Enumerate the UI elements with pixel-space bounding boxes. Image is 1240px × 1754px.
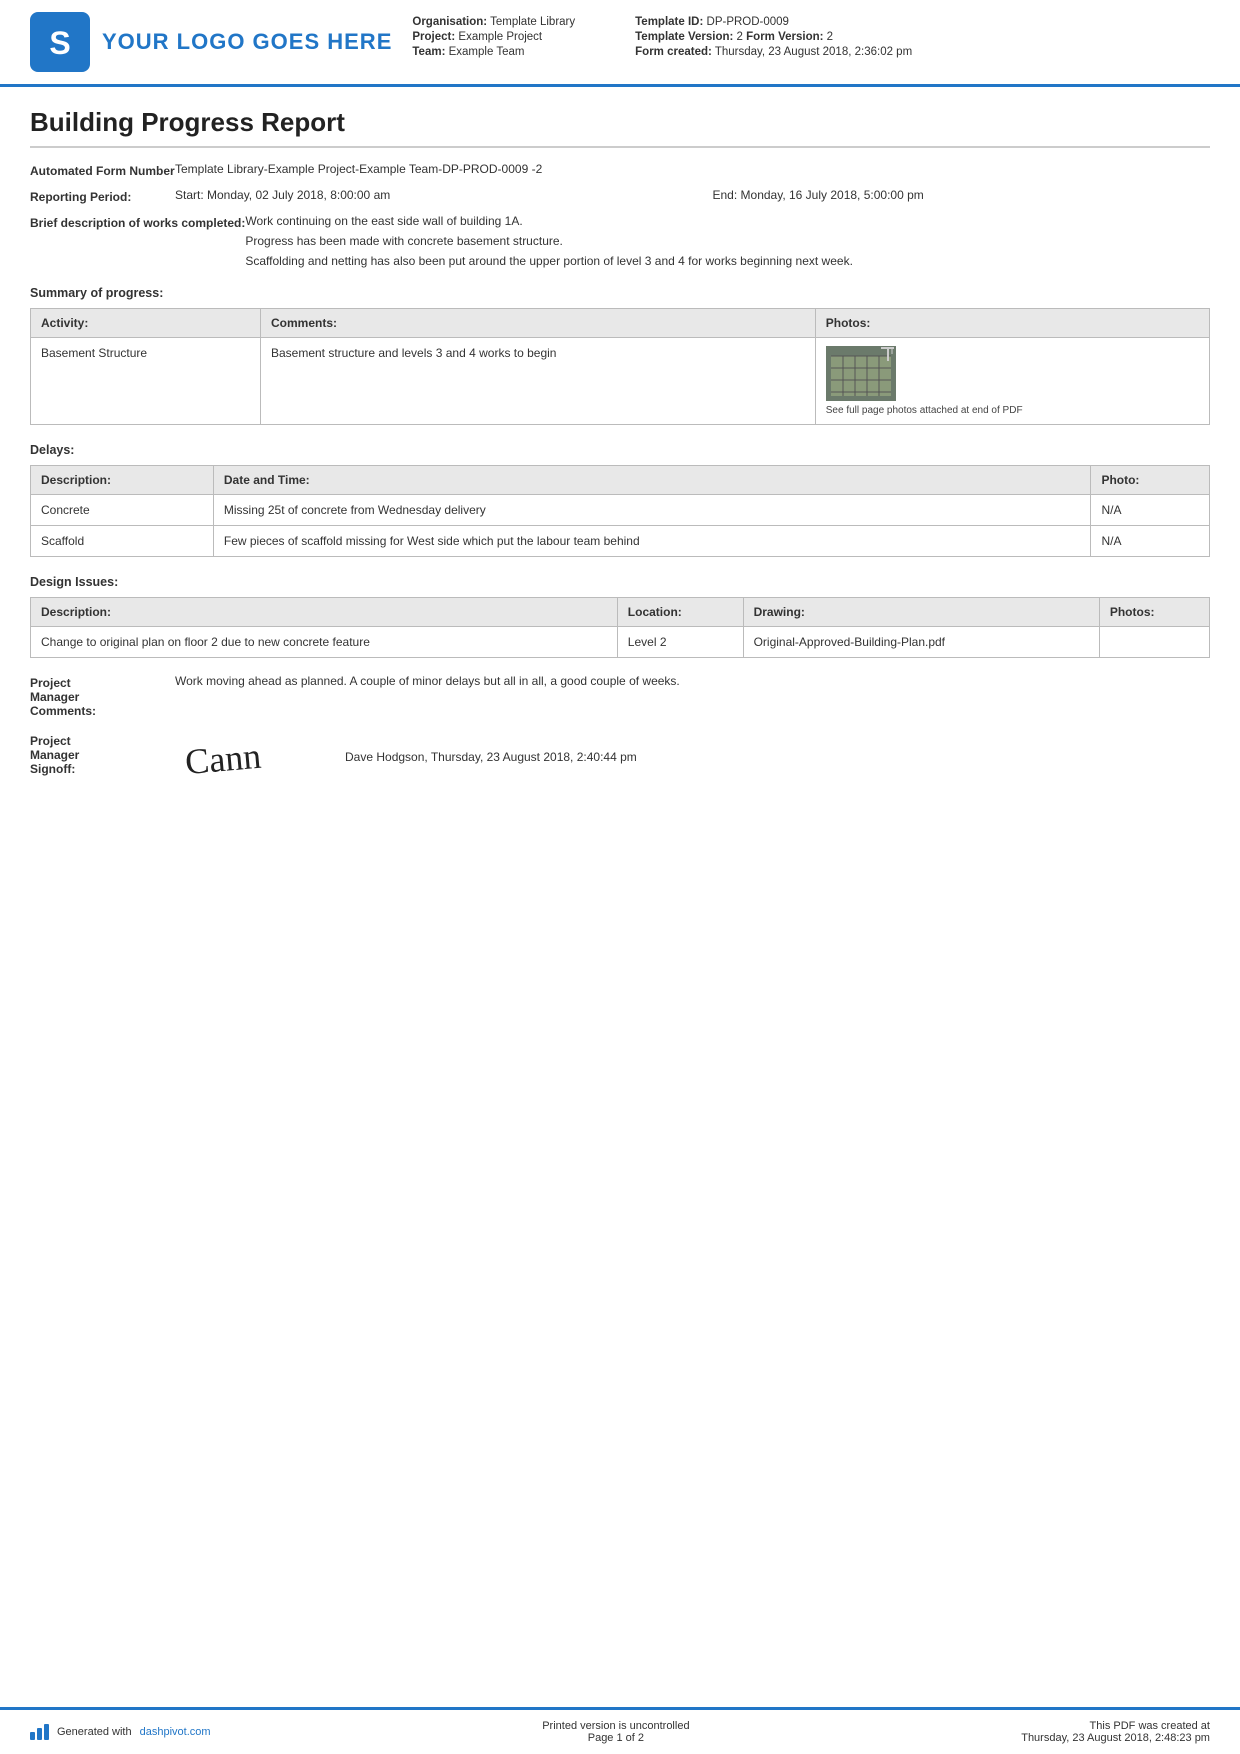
pm-signoff-label: ProjectManagerSignoff: [30,732,175,776]
delays-table: Description: Date and Time: Photo: Concr… [30,465,1210,557]
delays-title: Delays: [30,443,1210,457]
bar-1 [30,1732,35,1740]
template-id-line: Template ID: DP-PROD-0009 [635,16,912,28]
table-row: Scaffold Few pieces of scaffold missing … [31,526,1210,557]
automated-form-label: Automated Form Number [30,162,175,178]
design-col-photos: Photos: [1099,598,1209,627]
building-photo-svg [826,346,896,401]
bar-3 [44,1724,49,1740]
delay-desc-2: Scaffold [31,526,214,557]
page: S YOUR LOGO GOES HERE Organisation: Temp… [0,0,1240,1754]
dashpivot-link[interactable]: dashpivot.com [140,1726,211,1738]
team-line: Team: Example Team [412,46,575,58]
pm-comments-section: ProjectManagerComments: Work moving ahea… [30,674,1210,782]
pm-signoff-label-text: ProjectManagerSignoff: [30,734,79,776]
design-drawing-1: Original-Approved-Building-Plan.pdf [743,627,1099,658]
design-col-drawing: Drawing: [743,598,1099,627]
summary-col-photos: Photos: [815,309,1209,338]
photo-thumbnail [826,346,896,401]
footer: Generated with dashpivot.com Printed ver… [0,1707,1240,1754]
summary-comments: Basement structure and levels 3 and 4 wo… [260,338,815,425]
reporting-start: Start: Monday, 02 July 2018, 8:00:00 am [175,188,673,202]
table-row: Basement Structure Basement structure an… [31,338,1210,425]
design-col-location: Location: [617,598,743,627]
pm-comments-value: Work moving ahead as planned. A couple o… [175,674,1210,688]
pm-comments-label: ProjectManagerComments: [30,674,175,718]
summary-col-activity: Activity: [31,309,261,338]
pm-comments-row: ProjectManagerComments: Work moving ahea… [30,674,1210,718]
photo-caption: See full page photos attached at end of … [826,405,1023,416]
summary-title: Summary of progress: [30,286,1210,300]
form-created-line: Form created: Thursday, 23 August 2018, … [635,46,912,58]
summary-table: Activity: Comments: Photos: Basement Str… [30,308,1210,425]
brief-description-section: Brief description of works completed: Wo… [30,214,1210,268]
design-issues-title: Design Issues: [30,575,1210,589]
org-line: Organisation: Template Library [412,16,575,28]
automated-form-value: Template Library-Example Project-Example… [175,162,1210,176]
table-row: Concrete Missing 25t of concrete from We… [31,495,1210,526]
summary-photo-cell: See full page photos attached at end of … [815,338,1209,425]
template-version-line: Template Version: 2 Form Version: 2 [635,31,912,43]
table-row: Change to original plan on floor 2 due t… [31,627,1210,658]
logo-icon: S [30,12,90,72]
bar-2 [37,1728,42,1740]
signature-image: Cann [173,726,317,788]
delays-header-row: Description: Date and Time: Photo: [31,466,1210,495]
design-col-description: Description: [31,598,618,627]
header-col-right: Template ID: DP-PROD-0009 Template Versi… [635,16,912,58]
delay-desc-1: Concrete [31,495,214,526]
brief-line-1: Work continuing on the east side wall of… [245,214,1210,228]
header-meta: Organisation: Template Library Project: … [412,12,1210,72]
brief-line-2: Progress has been made with concrete bas… [245,234,1210,248]
design-issues-header-row: Description: Location: Drawing: Photos: [31,598,1210,627]
summary-header-row: Activity: Comments: Photos: [31,309,1210,338]
reporting-period-value: Start: Monday, 02 July 2018, 8:00:00 am … [175,188,1210,202]
footer-center-line1: Printed version is uncontrolled [542,1720,689,1732]
automated-form-section: Automated Form Number Template Library-E… [30,162,1210,178]
delays-col-photo: Photo: [1091,466,1210,495]
pm-signoff-value: Cann Dave Hodgson, Thursday, 23 August 2… [175,732,1210,782]
photo-container: See full page photos attached at end of … [826,346,1199,416]
reporting-period-section: Reporting Period: Start: Monday, 02 July… [30,188,1210,204]
header-col-left: Organisation: Template Library Project: … [412,16,575,58]
delay-datetime-1: Missing 25t of concrete from Wednesday d… [213,495,1091,526]
logo-area: S YOUR LOGO GOES HERE [30,12,392,72]
brief-description-label: Brief description of works completed: [30,214,245,230]
pm-label-text: ProjectManagerComments: [30,676,96,718]
header: S YOUR LOGO GOES HERE Organisation: Temp… [0,0,1240,87]
delays-col-datetime: Date and Time: [213,466,1091,495]
svg-text:S: S [49,25,70,61]
reporting-end: End: Monday, 16 July 2018, 5:00:00 pm [713,188,1211,202]
dashpivot-icon [30,1724,49,1740]
brief-description-value: Work continuing on the east side wall of… [245,214,1210,268]
delays-col-description: Description: [31,466,214,495]
footer-center: Printed version is uncontrolled Page 1 o… [542,1720,689,1744]
design-photos-1 [1099,627,1209,658]
footer-right: This PDF was created at Thursday, 23 Aug… [1021,1720,1210,1744]
pm-signoff-row: ProjectManagerSignoff: Cann Dave Hodgson… [30,732,1210,782]
main-content: Building Progress Report Automated Form … [0,87,1240,1707]
summary-activity: Basement Structure [31,338,261,425]
design-issues-table: Description: Location: Drawing: Photos: … [30,597,1210,658]
delay-photo-1: N/A [1091,495,1210,526]
summary-col-comments: Comments: [260,309,815,338]
report-title: Building Progress Report [30,107,1210,148]
project-line: Project: Example Project [412,31,575,43]
delay-photo-2: N/A [1091,526,1210,557]
logo-text: YOUR LOGO GOES HERE [102,29,392,55]
reporting-period-label: Reporting Period: [30,188,175,204]
signature-area: Cann Dave Hodgson, Thursday, 23 August 2… [175,732,1210,782]
footer-right-line1: This PDF was created at [1021,1720,1210,1732]
footer-left: Generated with dashpivot.com [30,1724,211,1740]
delay-datetime-2: Few pieces of scaffold missing for West … [213,526,1091,557]
signoff-text: Dave Hodgson, Thursday, 23 August 2018, … [345,750,637,764]
footer-center-line2: Page 1 of 2 [542,1732,689,1744]
brief-line-3: Scaffolding and netting has also been pu… [245,254,1210,268]
design-desc-1: Change to original plan on floor 2 due t… [31,627,618,658]
footer-right-line2: Thursday, 23 August 2018, 2:48:23 pm [1021,1732,1210,1744]
design-location-1: Level 2 [617,627,743,658]
generated-text: Generated with [57,1726,132,1738]
